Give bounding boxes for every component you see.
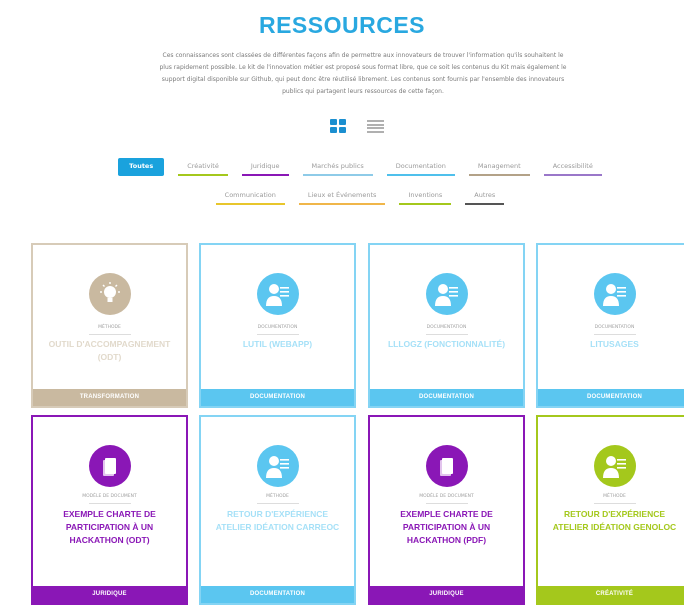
card-title[interactable]: RETOUR D'EXPÉRIENCE ATELIER IDÉATION CAR…: [213, 508, 342, 534]
card-title[interactable]: EXEMPLE CHARTE DE PARTICIPATION À UN HAC…: [382, 508, 511, 547]
card-title[interactable]: LLLOGZ (FONCTIONNALITÉ): [382, 338, 511, 351]
card-category: MODÈLE DE DOCUMENT: [82, 494, 137, 499]
resource-card[interactable]: DOCUMENTATION LLLOGZ (FONCTIONNALITÉ) DOCU…: [368, 243, 525, 408]
card-title[interactable]: RETOUR D'EXPÉRIENCE ATELIER IDÉATION GEN…: [550, 508, 679, 534]
resource-card[interactable]: DOCUMENTATION LITUSAGES DOCUMENTATION: [536, 243, 684, 408]
document-icon: [88, 445, 131, 487]
card-category: MÉTHODE: [603, 494, 626, 499]
card-title[interactable]: LUTIL (WEBAPP): [213, 338, 342, 351]
card-category: DOCUMENTATION: [426, 325, 467, 330]
page-title: RESSOURCES: [258, 12, 426, 38]
card-category-badge[interactable]: DOCUMENTATION: [370, 389, 523, 406]
filter-creativite[interactable]: Créativité: [178, 158, 228, 176]
card-category-badge[interactable]: JURIDIQUE: [33, 586, 186, 603]
lightbulb-icon: [88, 273, 131, 315]
filter-autres[interactable]: Autres: [465, 187, 505, 205]
card-divider: [88, 503, 131, 504]
category-filters: Toutes Créativité Juridique Marchés publics…: [80, 158, 640, 205]
filter-management[interactable]: Management: [468, 158, 530, 176]
filter-accessibilite[interactable]: Accessibilité: [543, 158, 602, 176]
card-title[interactable]: LITUSAGES: [550, 338, 679, 351]
resource-card[interactable]: MODÈLE DE DOCUMENT EXEMPLE CHARTE DE PART…: [368, 415, 525, 605]
filter-documentation[interactable]: Documentation: [386, 158, 455, 176]
card-divider: [88, 334, 131, 335]
card-divider: [256, 334, 299, 335]
card-category-badge[interactable]: DOCUMENTATION: [538, 389, 684, 406]
card-divider: [593, 334, 636, 335]
view-toggle: [330, 119, 384, 134]
card-category-badge[interactable]: DOCUMENTATION: [201, 586, 354, 603]
filter-toutes[interactable]: Toutes: [118, 158, 165, 176]
card-category-badge[interactable]: TRANSFORMATION: [33, 389, 186, 406]
user-document-icon: [593, 273, 636, 315]
resource-card[interactable]: MÉTHODE RETOUR D'EXPÉRIENCE ATELIER IDÉAT…: [536, 415, 684, 605]
page-intro: Ces connaissances sont classées de diffé…: [159, 52, 567, 95]
card-title[interactable]: OUTIL D'ACCOMPAGNEMENT (ODT): [45, 338, 174, 364]
resource-card[interactable]: MÉTHODE RETOUR D'EXPÉRIENCE ATELIER IDÉAT…: [199, 415, 356, 605]
card-category: DOCUMENTATION: [594, 325, 635, 330]
filter-communication[interactable]: Communication: [215, 187, 285, 205]
filter-lieux-et-evenements[interactable]: Lieux et Événements: [298, 187, 386, 205]
filter-juridique[interactable]: Juridique: [241, 158, 289, 176]
card-category: MODÈLE DE DOCUMENT: [419, 494, 474, 499]
user-document-icon: [256, 445, 299, 487]
filter-marches-publics[interactable]: Marchés publics: [302, 158, 373, 176]
list-view-icon[interactable]: [367, 119, 384, 134]
card-divider: [256, 503, 299, 504]
card-category: MÉTHODE: [266, 494, 289, 499]
filter-inventions[interactable]: Inventions: [399, 187, 452, 205]
card-category-badge[interactable]: DOCUMENTATION: [201, 389, 354, 406]
card-divider: [593, 503, 636, 504]
card-category: MÉTHODE: [98, 325, 121, 330]
resource-card[interactable]: MÉTHODE OUTIL D'ACCOMPAGNEMENT (ODT) TRANS…: [31, 243, 188, 408]
user-document-icon: [425, 273, 468, 315]
card-title[interactable]: EXEMPLE CHARTE DE PARTICIPATION À UN HAC…: [45, 508, 174, 547]
resource-card[interactable]: MODÈLE DE DOCUMENT EXEMPLE CHARTE DE PART…: [31, 415, 188, 605]
card-category-badge[interactable]: CRÉATIVITÉ: [538, 586, 684, 603]
resource-card[interactable]: DOCUMENTATION LUTIL (WEBAPP) DOCUMENTATION: [199, 243, 356, 408]
card-divider: [425, 503, 468, 504]
document-icon: [425, 445, 468, 487]
card-category-badge[interactable]: JURIDIQUE: [370, 586, 523, 603]
grid-view-icon[interactable]: [330, 119, 346, 134]
user-document-icon: [593, 445, 636, 487]
card-category: DOCUMENTATION: [257, 325, 298, 330]
card-divider: [425, 334, 468, 335]
user-document-icon: [256, 273, 299, 315]
